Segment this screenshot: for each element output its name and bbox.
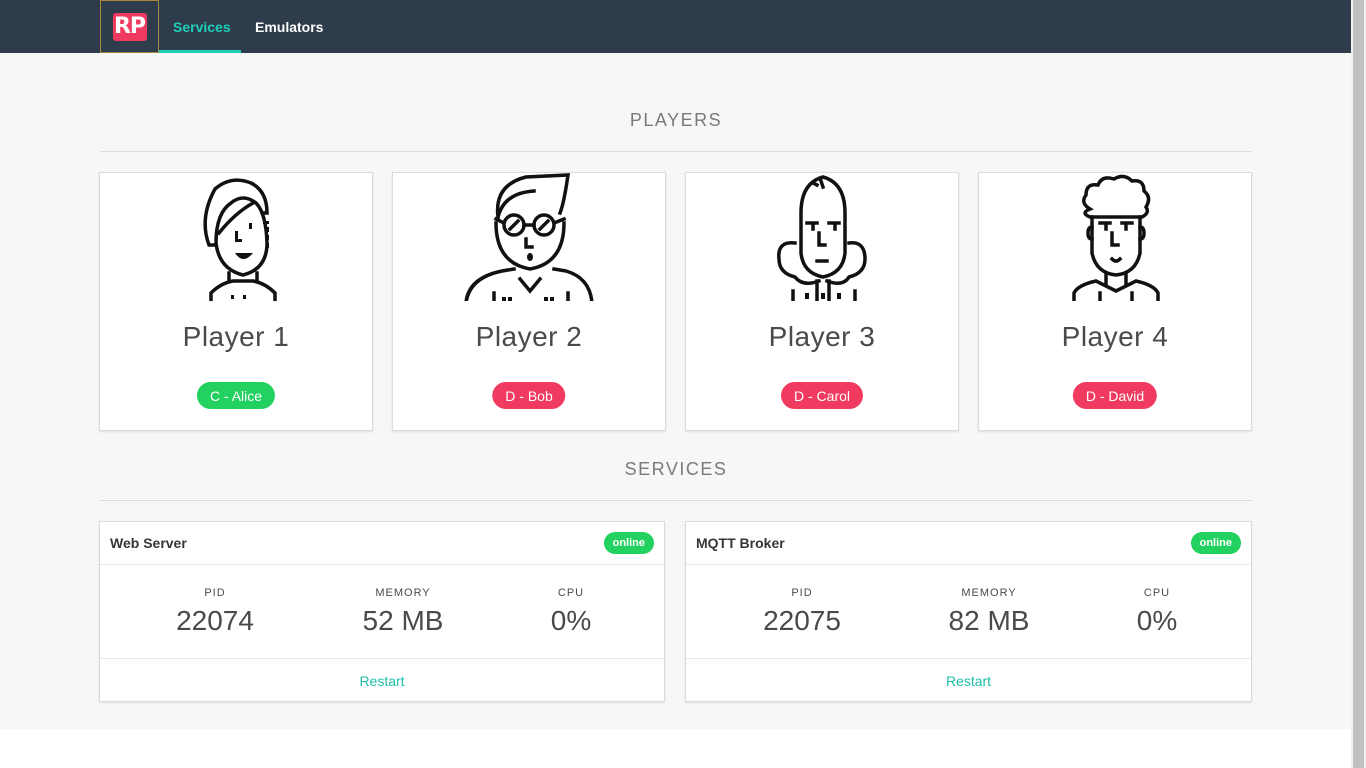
player-name: Player 1 — [182, 321, 290, 352]
player-name: Player 2 — [475, 321, 583, 352]
stat-label: MEMORY — [961, 587, 1017, 599]
brand-logo: RP — [112, 12, 147, 41]
player-assignment-tag[interactable]: D - Carol — [780, 382, 864, 409]
services-divider — [100, 500, 1252, 501]
service-card-header: Web Server online — [100, 522, 664, 565]
stat-memory: MEMORY 82 MB — [909, 587, 1069, 637]
service-name: Web Server — [110, 535, 187, 551]
stat-cpu: CPU 0% — [491, 587, 651, 637]
player-card: Player 3 D - Carol — [685, 172, 959, 431]
curly-hair-woman-avatar-icon — [777, 175, 867, 301]
stat-value: 0% — [550, 605, 592, 636]
stat-label: CPU — [1143, 587, 1171, 599]
restart-button[interactable]: Restart — [946, 673, 991, 689]
stat-pid: PID 22074 — [135, 587, 295, 637]
stat-value: 22074 — [176, 605, 254, 636]
status-badge: online — [603, 532, 654, 554]
services-section-title: SERVICES — [624, 459, 728, 479]
top-navbar: RP Services Emulators — [0, 0, 1351, 53]
player-assignment-tag[interactable]: D - David — [1072, 382, 1158, 409]
brand-logo-link[interactable]: RP — [100, 0, 159, 53]
player-assignment-tag[interactable]: D - Bob — [492, 382, 566, 409]
player-assignment-tag[interactable]: C - Alice — [196, 382, 276, 409]
stat-label: PID — [204, 587, 226, 599]
status-badge: online — [1190, 532, 1241, 554]
service-name: MQTT Broker — [696, 535, 785, 551]
stat-memory: MEMORY 52 MB — [323, 587, 483, 637]
woman-avatar-icon — [203, 178, 277, 301]
scrollbar-thumb[interactable] — [1353, 0, 1364, 768]
player-name: Player 3 — [768, 321, 876, 352]
service-card-footer: Restart — [100, 658, 664, 702]
stat-value: 0% — [1136, 605, 1178, 636]
man-glasses-avatar-icon — [464, 173, 594, 301]
stat-label: CPU — [557, 587, 585, 599]
stat-value: 52 MB — [362, 605, 444, 636]
stat-value: 82 MB — [948, 605, 1030, 636]
stat-label: MEMORY — [375, 587, 431, 599]
player-card: Player 1 C - Alice — [99, 172, 373, 431]
player-name: Player 4 — [1061, 321, 1169, 352]
nav-tab-emulators[interactable]: Emulators — [241, 0, 337, 53]
stat-cpu: CPU 0% — [1077, 587, 1237, 637]
curly-hair-man-avatar-icon — [1072, 174, 1160, 301]
stat-value: 22075 — [763, 605, 841, 636]
service-card: MQTT Broker online PID 22075 MEMORY 82 M… — [685, 521, 1252, 702]
service-card-footer: Restart — [686, 658, 1251, 702]
stat-label: PID — [791, 587, 813, 599]
page-scrollbar[interactable] — [1351, 0, 1366, 768]
restart-button[interactable]: Restart — [359, 673, 404, 689]
players-section-title: PLAYERS — [629, 110, 723, 130]
player-card: Player 2 D - Bob — [392, 172, 666, 431]
player-card: Player 4 D - David — [978, 172, 1252, 431]
players-divider — [100, 151, 1252, 152]
stat-pid: PID 22075 — [722, 587, 882, 637]
service-card: Web Server online PID 22074 MEMORY 52 MB… — [99, 521, 665, 702]
nav-tab-services[interactable]: Services — [159, 0, 241, 53]
service-card-header: MQTT Broker online — [686, 522, 1251, 565]
